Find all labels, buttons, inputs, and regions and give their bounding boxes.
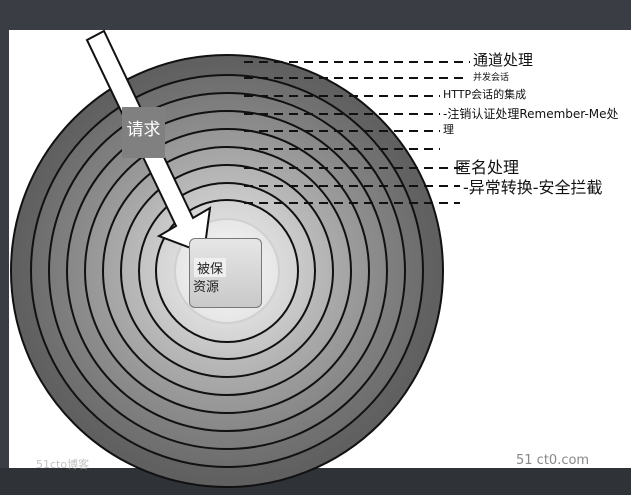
request-text: 请求 bbox=[126, 120, 161, 140]
label-logout: -注销认证处理Remember-Me处 bbox=[443, 107, 619, 121]
label-exception: -异常转换-安全拦截 bbox=[463, 178, 603, 197]
resource-label-line2: 资源 bbox=[193, 280, 220, 295]
watermark-left: 51cto博客 bbox=[36, 458, 90, 471]
rings-diagram bbox=[10, 29, 470, 488]
label-channel: 通道处理 bbox=[473, 51, 534, 69]
label-http-session: HTTP会话的集成 bbox=[443, 88, 527, 101]
request-label: 请求 bbox=[122, 107, 165, 158]
label-logout-cont: 理 bbox=[443, 123, 454, 136]
resource-label-line1: 被保 bbox=[194, 258, 227, 277]
watermark-right: 51 ct0.com bbox=[516, 453, 590, 468]
label-anonymous: 匿名处理 bbox=[455, 158, 520, 177]
label-concurrent: 并发会话 bbox=[473, 73, 510, 83]
